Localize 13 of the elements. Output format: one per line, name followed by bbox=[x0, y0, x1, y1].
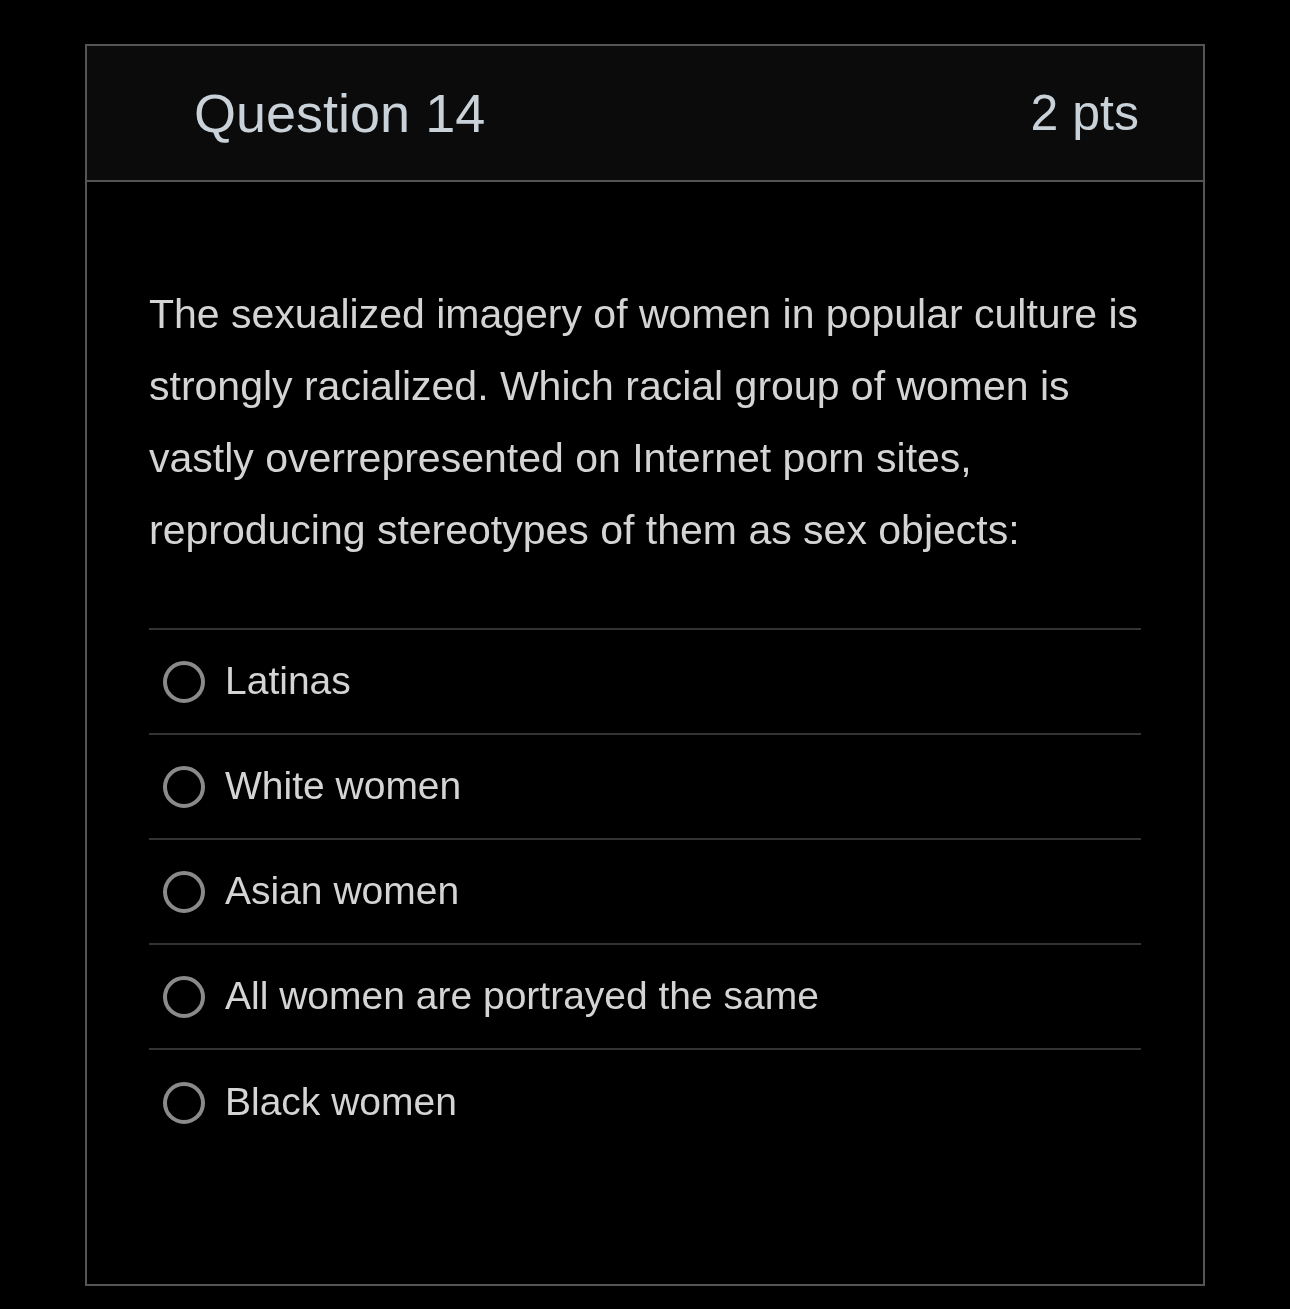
option-label[interactable]: White women bbox=[225, 757, 462, 816]
radio-button[interactable] bbox=[163, 1081, 205, 1124]
radio-button[interactable] bbox=[163, 765, 205, 808]
option-label[interactable]: All women are portrayed the same bbox=[225, 967, 819, 1026]
question-text: The sexualized imagery of women in popular culture is strongly racialized. Which racial group of women is vastly overrepresented on Internet porn sites, reproducing stereotypes of them as sex objects: bbox=[149, 290, 1140, 555]
option-label[interactable]: Latinas bbox=[225, 652, 351, 711]
radio-button[interactable] bbox=[163, 870, 205, 913]
question-title: Question 14 bbox=[194, 81, 486, 145]
points-label: 2 pts bbox=[1030, 83, 1139, 143]
radio-button[interactable] bbox=[163, 975, 205, 1018]
option-label[interactable]: Asian women bbox=[225, 862, 460, 921]
radio-button[interactable] bbox=[163, 660, 205, 703]
option-label[interactable]: Black women bbox=[225, 1073, 457, 1132]
